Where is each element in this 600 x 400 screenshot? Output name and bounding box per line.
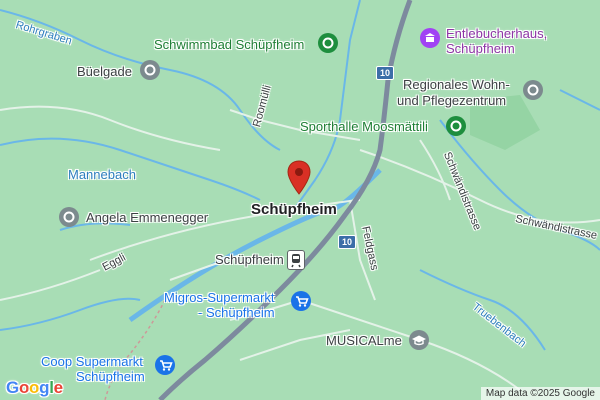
poi-label-coop[interactable]: Schüpfheim (76, 369, 145, 384)
town-label[interactable]: Schüpfheim (251, 202, 337, 217)
train-station-icon[interactable] (287, 250, 305, 270)
road-shield: 10 (376, 66, 395, 80)
location-marker-icon[interactable] (286, 160, 312, 196)
place-icon[interactable] (523, 80, 543, 100)
poi-label-sporthalle[interactable]: Sporthalle Moosmättili (300, 119, 428, 134)
poi-label-migros[interactable]: Migros-Supermarkt (164, 290, 275, 305)
poi-label-station[interactable]: Schüpfheim (215, 252, 284, 267)
map-attribution[interactable]: Map data ©2025 Google (480, 387, 600, 400)
poi-label-angela[interactable]: Angela Emmenegger (86, 210, 208, 225)
poi-label-entlebucherhaus[interactable]: Entlebucherhaus, (446, 26, 547, 41)
shopping-cart-icon[interactable] (155, 355, 175, 375)
park-icon[interactable] (318, 33, 338, 53)
poi-label-migros[interactable]: - Schüpfheim (198, 305, 275, 320)
map-canvas[interactable]: 10 10 Rohrgraben Mannebach Truebenbach R… (0, 0, 600, 400)
poi-label-coop[interactable]: Coop Supermarkt (41, 354, 143, 369)
place-icon[interactable] (140, 60, 160, 80)
place-icon[interactable] (59, 207, 79, 227)
poi-label-regionales[interactable]: und Pflegezentrum (397, 93, 506, 108)
google-logo: Google (6, 378, 63, 397)
stream-label-mannebach: Mannebach (68, 167, 136, 182)
museum-icon[interactable] (420, 28, 440, 48)
poi-label-regionales[interactable]: Regionales Wohn- (403, 77, 510, 92)
poi-label-entlebucherhaus[interactable]: Schüpfheim (446, 41, 515, 56)
road-shield: 10 (338, 235, 357, 249)
sports-icon[interactable] (446, 116, 466, 136)
poi-label-buelgade[interactable]: Büelgade (77, 64, 132, 79)
poi-label-musicalme[interactable]: MUSICALme (326, 333, 402, 348)
poi-label-schwimmbad[interactable]: Schwimmbad Schüpfheim (154, 37, 304, 52)
local-roads (0, 105, 600, 391)
school-icon[interactable] (409, 330, 429, 350)
shopping-cart-icon[interactable] (291, 291, 311, 311)
